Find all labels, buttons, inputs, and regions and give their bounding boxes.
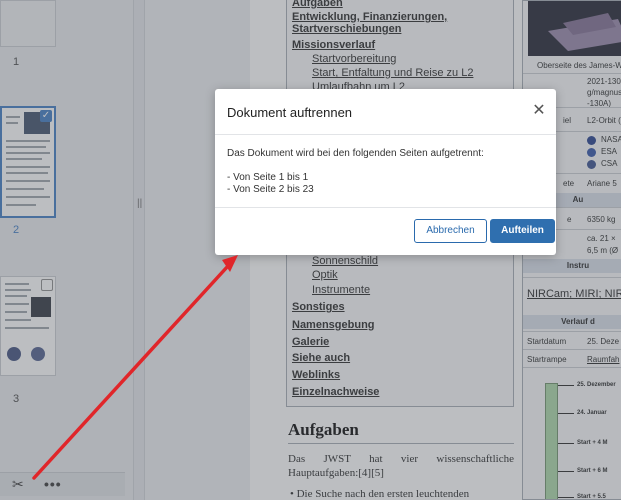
split-part-item: - Von Seite 2 bis 23 — [227, 184, 314, 195]
split-part-item: - Von Seite 1 bis 1 — [227, 172, 309, 183]
cancel-button[interactable]: Abbrechen — [414, 219, 487, 243]
close-icon[interactable]: ✕ — [531, 103, 547, 119]
split-document-dialog: Dokument auftrennen ✕ Das Dokument wird … — [215, 89, 556, 255]
split-button[interactable]: Aufteilen — [490, 219, 555, 243]
dialog-body: Das Dokument wird bei den folgenden Seit… — [227, 148, 484, 196]
dialog-intro-text: Das Dokument wird bei den folgenden Seit… — [227, 148, 484, 159]
dialog-divider — [215, 134, 556, 135]
dialog-divider — [215, 207, 556, 208]
dialog-title: Dokument auftrennen — [227, 105, 353, 120]
